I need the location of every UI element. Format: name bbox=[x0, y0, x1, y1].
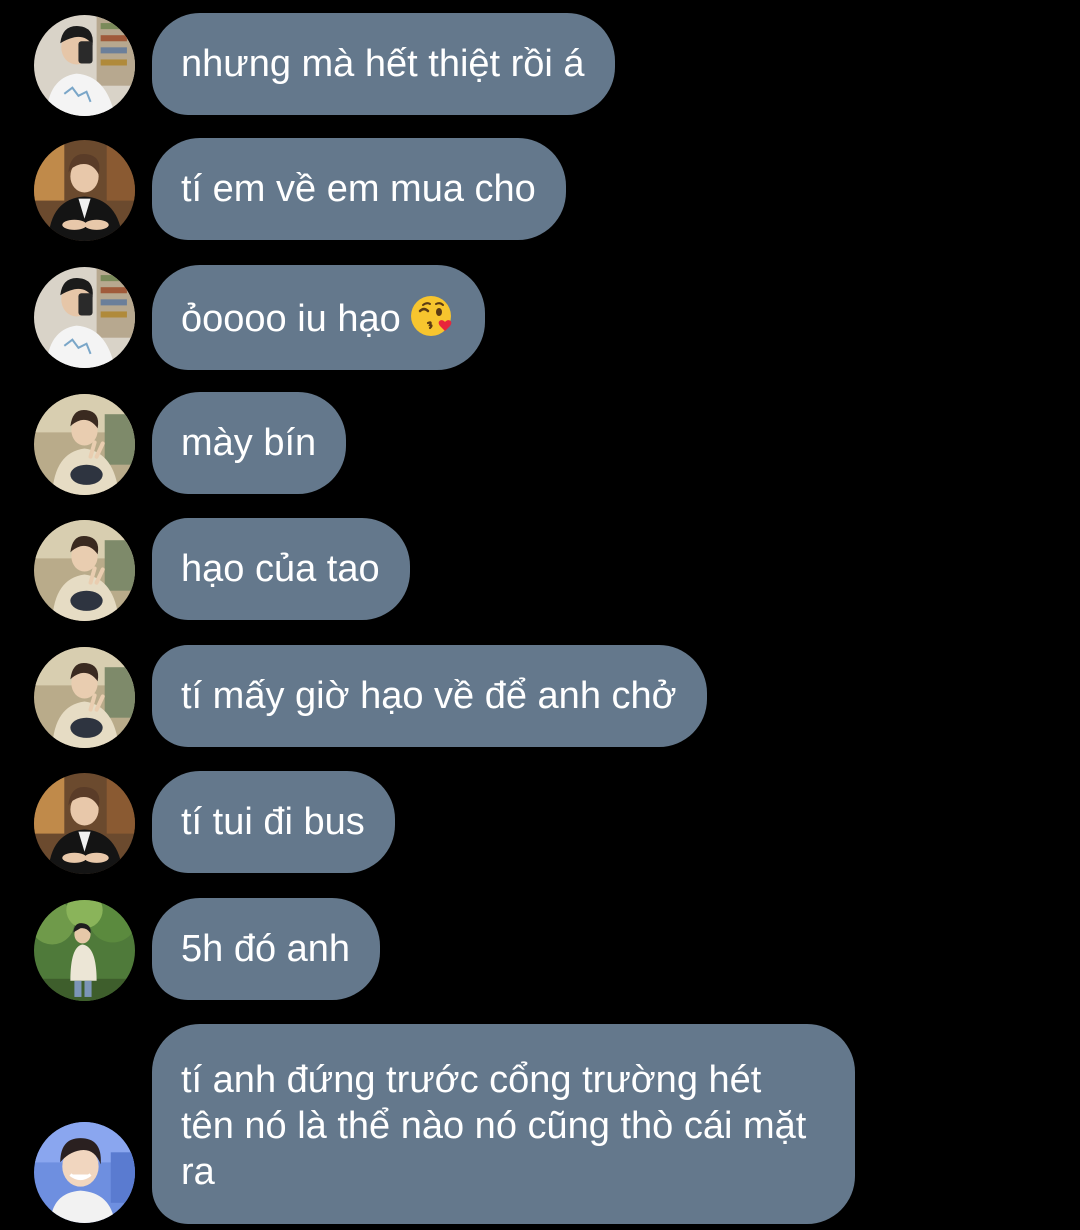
message-bubble[interactable]: tí mấy giờ hạo về để anh chở bbox=[152, 645, 707, 747]
avatar-mirror-selfie-white-tee[interactable] bbox=[34, 15, 135, 116]
chat-thread: nhưng mà hết thiệt rồi á tí em về em mua… bbox=[0, 0, 1080, 1230]
message-text: hạo của tao bbox=[181, 548, 380, 590]
message-row: tí mấy giờ hạo về để anh chở bbox=[0, 645, 1080, 748]
message-bubble[interactable]: 5h đó anh bbox=[152, 898, 381, 1000]
message-text: nhưng mà hết thiệt rồi á bbox=[181, 43, 585, 85]
message-bubble[interactable]: tí anh đứng trước cổng trường hét tên nó… bbox=[152, 1024, 855, 1224]
message-text: ỏoooo iu hạo bbox=[181, 298, 401, 340]
message-row: tí tui đi bus bbox=[0, 771, 1080, 874]
message-text: mày bín bbox=[181, 422, 317, 464]
avatar-black-blazer-cafe[interactable] bbox=[34, 773, 135, 874]
message-row: ỏoooo iu hạo bbox=[0, 265, 1080, 370]
message-bubble[interactable]: mày bín bbox=[152, 392, 347, 494]
avatar-park-trees[interactable] bbox=[34, 900, 135, 1001]
avatar-black-blazer-cafe[interactable] bbox=[34, 140, 135, 241]
message-text: tí tui đi bus bbox=[181, 801, 365, 843]
message-bubble[interactable]: nhưng mà hết thiệt rồi á bbox=[152, 13, 615, 115]
message-bubble[interactable]: ỏoooo iu hạo bbox=[152, 265, 485, 370]
message-text: tí anh đứng trước cổng trường hét tên nó… bbox=[181, 1059, 807, 1193]
avatar-cafe-peace-sign[interactable] bbox=[34, 647, 135, 748]
message-text: tí mấy giờ hạo về để anh chở bbox=[181, 675, 677, 717]
message-text: tí em về em mua cho bbox=[181, 168, 536, 210]
message-row: hạo của tao bbox=[0, 518, 1080, 621]
message-row: 5h đó anh bbox=[0, 898, 1080, 1001]
message-row: mày bín bbox=[0, 392, 1080, 495]
message-row: tí anh đứng trước cổng trường hét tên nó… bbox=[0, 1024, 1080, 1224]
avatar-cafe-peace-sign[interactable] bbox=[34, 394, 135, 495]
message-row: tí em về em mua cho bbox=[0, 138, 1080, 241]
message-text: 5h đó anh bbox=[181, 928, 351, 970]
message-bubble[interactable]: tí em về em mua cho bbox=[152, 138, 566, 240]
avatar-cafe-peace-sign[interactable] bbox=[34, 520, 135, 621]
avatar-mirror-selfie-white-tee[interactable] bbox=[34, 267, 135, 368]
message-bubble[interactable]: hạo của tao bbox=[152, 518, 410, 620]
avatar-smiling-blue-background[interactable] bbox=[34, 1122, 135, 1223]
face-blowing-kiss-emoji bbox=[409, 293, 455, 339]
message-bubble[interactable]: tí tui đi bus bbox=[152, 771, 395, 873]
message-row: nhưng mà hết thiệt rồi á bbox=[0, 13, 1080, 116]
